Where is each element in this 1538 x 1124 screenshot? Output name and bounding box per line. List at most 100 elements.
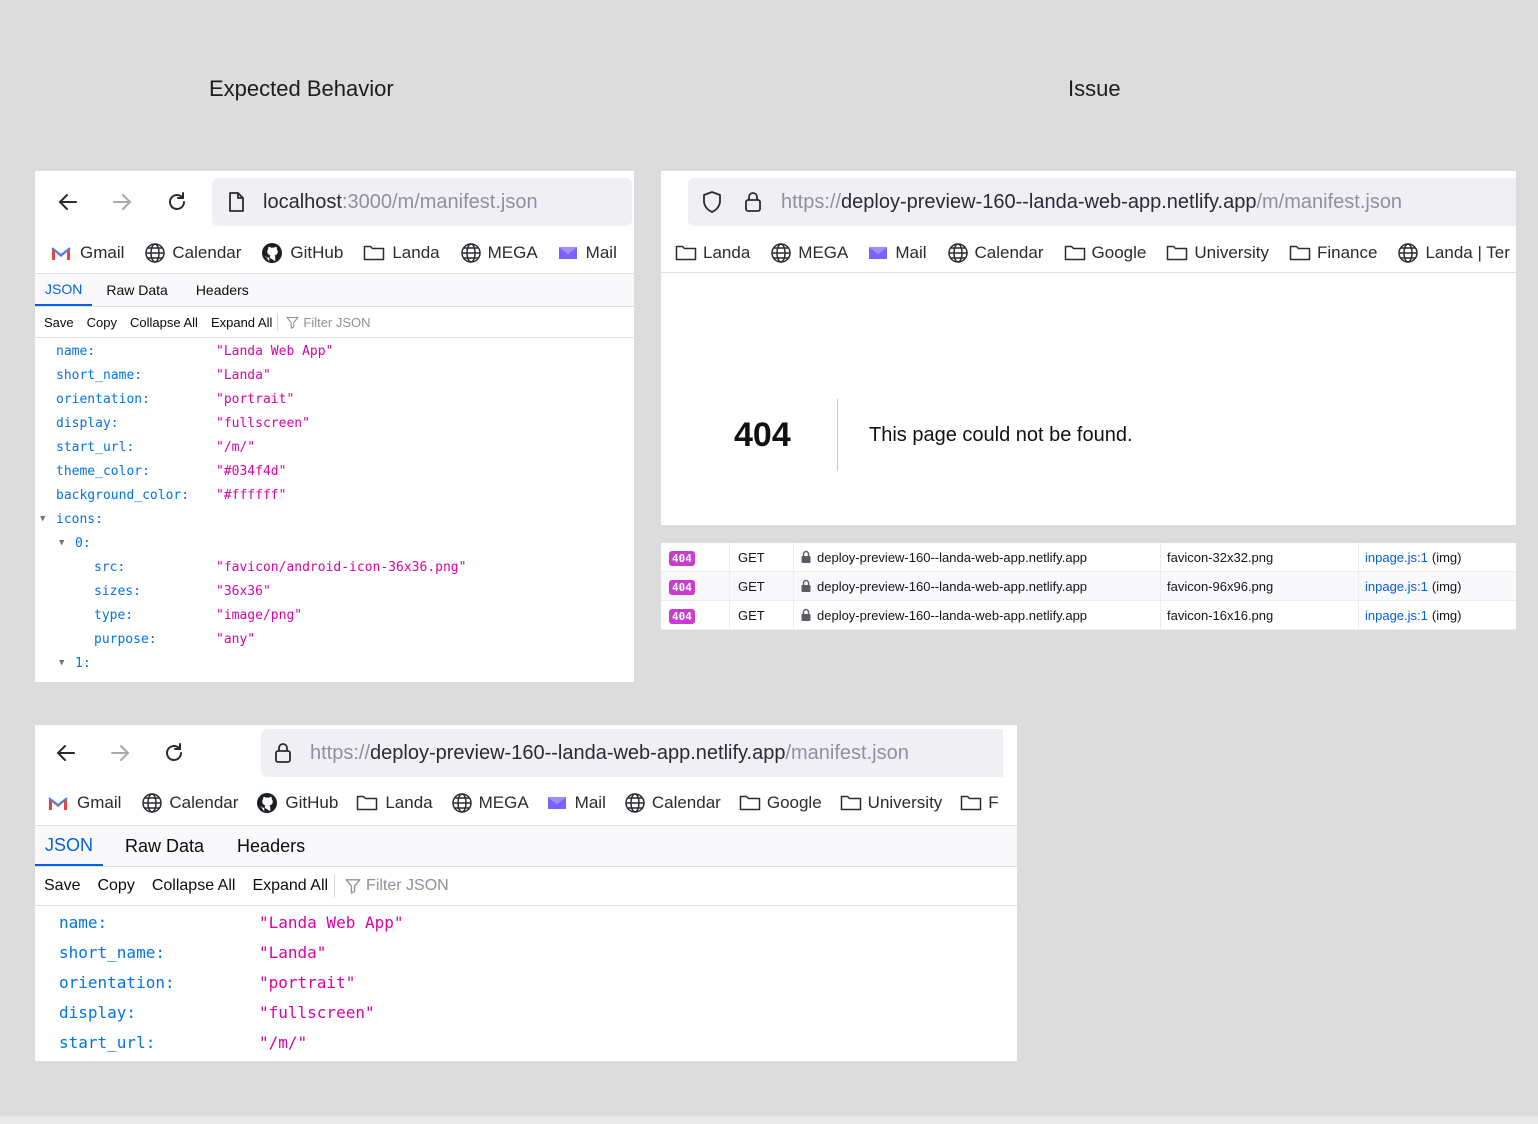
bookmark-landa[interactable]: Landa — [363, 243, 440, 263]
json-value: "/m/" — [216, 439, 256, 455]
json-key: src: — [94, 559, 126, 575]
bookmark-google[interactable]: Google — [739, 793, 822, 813]
forward-button[interactable] — [105, 738, 135, 768]
reload-button[interactable] — [159, 738, 189, 768]
json-row[interactable]: start_url: "/m/" — [35, 435, 634, 459]
copy-button[interactable]: Copy — [87, 315, 117, 330]
bookmark-landa[interactable]: Landa — [356, 793, 433, 813]
json-row[interactable]: short_name: "Landa" — [35, 363, 634, 387]
bookmark-gmail[interactable]: Gmail — [47, 793, 121, 813]
filter-icon — [286, 316, 299, 329]
bookmark-landa[interactable]: Landa — [675, 243, 750, 263]
json-row[interactable]: orientation: "portrait" — [35, 387, 634, 411]
bookmark-calendar-2[interactable]: Calendar — [624, 792, 721, 814]
reload-icon — [169, 192, 185, 210]
arrow-right-icon — [111, 745, 130, 761]
json-row[interactable]: start_url: "/m/" — [35, 1027, 1017, 1057]
json-row[interactable]: display: "fullscreen" — [35, 411, 634, 435]
url-scheme: https:// — [781, 190, 842, 213]
bookmark-university[interactable]: University — [840, 793, 942, 813]
bookmarks-toolbar: Gmail Calendar GitHub Landa MEGA Mail — [35, 233, 634, 273]
bookmark-mail[interactable]: Mail — [868, 243, 927, 263]
json-row[interactable]: purpose: "any" — [35, 627, 634, 651]
json-key: display: — [56, 415, 119, 431]
json-row[interactable]: type: "image/png" — [35, 603, 634, 627]
bookmark-gmail[interactable]: Gmail — [50, 243, 124, 263]
url-path: /m/manifest.json — [1256, 190, 1403, 213]
tab-raw-data[interactable]: Raw Data — [103, 826, 227, 866]
bookmark-github[interactable]: GitHub — [256, 792, 338, 814]
url-bar[interactable]: localhost:3000/m/manifest.json — [212, 178, 632, 226]
bookmark-mega[interactable]: MEGA — [451, 792, 529, 814]
initiator-cell: inpage.js:1 (img) — [1358, 543, 1516, 571]
method-cell: GET — [729, 572, 793, 600]
bookmark-university[interactable]: University — [1166, 243, 1269, 263]
bookmark-label: University — [1194, 242, 1269, 262]
tab-headers[interactable]: Headers — [182, 274, 263, 306]
json-key: orientation: — [59, 972, 175, 992]
expand-all-button[interactable]: Expand All — [252, 877, 328, 895]
tab-json[interactable]: JSON — [35, 826, 104, 866]
bookmark-mail[interactable]: Mail — [547, 793, 606, 813]
json-row[interactable]: src: "favicon/android-icon-36x36.png" — [35, 555, 634, 579]
bookmark-label: Gmail — [77, 793, 122, 812]
tab-raw-data[interactable]: Raw Data — [92, 274, 181, 306]
bookmark-calendar[interactable]: Calendar — [947, 242, 1044, 264]
json-row[interactable]: name: "Landa Web App" — [35, 339, 634, 363]
expand-twisty-icon[interactable]: ▼ — [59, 538, 75, 548]
url-bar[interactable]: https://deploy-preview-160--landa-web-ap… — [261, 729, 1003, 777]
back-button[interactable] — [51, 738, 81, 768]
initiator-link[interactable]: inpage.js:1 — [1365, 550, 1428, 565]
json-row-expandable[interactable]: ▼ icons: — [35, 507, 634, 531]
bookmark-f[interactable]: F — [960, 793, 999, 813]
network-request-row[interactable]: 404 GET deploy-preview-160--landa-web-ap… — [661, 543, 1516, 572]
bookmark-calendar[interactable]: Calendar — [144, 242, 241, 264]
network-request-row[interactable]: 404 GET deploy-preview-160--landa-web-ap… — [661, 572, 1516, 601]
tab-headers[interactable]: Headers — [227, 826, 315, 866]
expand-twisty-icon[interactable]: ▼ — [40, 514, 56, 524]
back-button[interactable] — [53, 187, 83, 217]
filter-json-input[interactable]: Filter JSON — [286, 315, 371, 330]
json-key: type: — [94, 607, 134, 623]
json-row[interactable]: display: "fullscreen" — [35, 997, 1017, 1027]
collapse-all-button[interactable]: Collapse All — [152, 877, 236, 895]
json-row[interactable]: background_color: "#ffffff" — [35, 483, 634, 507]
bookmark-mail[interactable]: Mail — [558, 243, 617, 263]
initiator-link[interactable]: inpage.js:1 — [1365, 579, 1428, 594]
reload-button[interactable] — [162, 187, 192, 217]
bookmark-label: MEGA — [478, 793, 529, 812]
globe-icon — [451, 793, 472, 813]
bookmark-calendar[interactable]: Calendar — [141, 792, 238, 814]
expand-twisty-icon[interactable]: ▼ — [59, 658, 75, 668]
save-button[interactable]: Save — [44, 877, 80, 895]
json-row[interactable]: orientation: "portrait" — [35, 967, 1017, 997]
save-button[interactable]: Save — [44, 315, 74, 330]
bookmark-label: Google — [766, 793, 822, 812]
json-row-expandable[interactable]: ▼ 0: — [35, 531, 634, 555]
copy-button[interactable]: Copy — [97, 877, 134, 895]
globe-icon — [625, 793, 645, 813]
bookmark-finance[interactable]: Finance — [1289, 243, 1377, 263]
initiator-link[interactable]: inpage.js:1 — [1365, 608, 1428, 623]
json-row[interactable]: theme_color: "#034f4d" — [35, 459, 634, 483]
url-bar[interactable]: https://deploy-preview-160--landa-web-ap… — [688, 178, 1516, 226]
bookmark-github[interactable]: GitHub — [261, 242, 343, 264]
collapse-all-button[interactable]: Collapse All — [130, 315, 198, 330]
tab-json[interactable]: JSON — [35, 274, 93, 306]
json-row-expandable[interactable]: ▼ 1: — [35, 651, 634, 675]
bookmark-mega[interactable]: MEGA — [460, 242, 538, 264]
bookmark-google[interactable]: Google — [1064, 243, 1146, 263]
json-row[interactable]: short_name: "Landa" — [35, 937, 1017, 967]
json-row[interactable]: sizes: "36x36" — [35, 579, 634, 603]
forward-button[interactable] — [107, 187, 137, 217]
bookmark-landa-ter[interactable]: Landa | Ter — [1397, 242, 1510, 264]
json-toolbar: Save Copy Collapse All Expand All Filter… — [35, 867, 1017, 906]
error-message: This page could not be found. — [869, 423, 1133, 446]
url-path: /manifest.json — [785, 741, 909, 764]
expand-all-button[interactable]: Expand All — [211, 315, 272, 330]
bookmark-mega[interactable]: MEGA — [770, 242, 848, 264]
initiator-cell: inpage.js:1 (img) — [1358, 601, 1516, 629]
network-request-row[interactable]: 404 GET deploy-preview-160--landa-web-ap… — [661, 601, 1516, 630]
json-row[interactable]: name: "Landa Web App" — [35, 907, 1017, 937]
filter-json-input[interactable]: Filter JSON — [345, 877, 449, 895]
